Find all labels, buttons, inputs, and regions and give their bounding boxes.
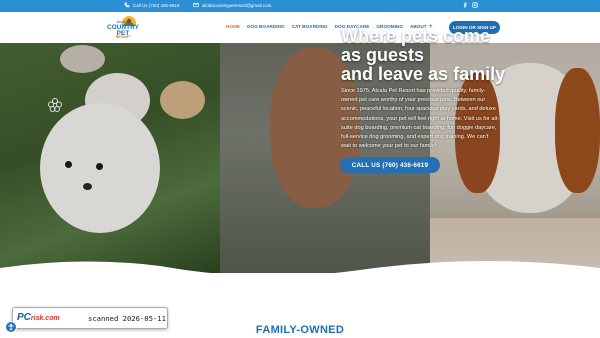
phone-contact[interactable]: Call Us (760) 436-6619 bbox=[124, 2, 180, 8]
accessibility-icon bbox=[8, 323, 14, 331]
site-logo[interactable]: Alcala COUNTRY PET RESORT bbox=[100, 14, 172, 42]
pcrisk-logo-risk: risk.com bbox=[30, 315, 60, 322]
nav-cat-boarding[interactable]: CAT BOARDING bbox=[292, 24, 328, 30]
email-text: alcalacountrypetresort@gmail.com bbox=[202, 2, 272, 8]
instagram-icon bbox=[472, 2, 478, 8]
accessibility-button[interactable] bbox=[5, 321, 17, 333]
logo-subtitle: RESORT bbox=[115, 35, 131, 39]
pcrisk-logo: PCrisk.com bbox=[17, 312, 60, 323]
facebook-link[interactable] bbox=[462, 2, 468, 8]
instagram-link[interactable] bbox=[472, 2, 478, 8]
hero-title-line1: Where pets come bbox=[341, 26, 491, 46]
hero-overlay bbox=[0, 43, 600, 273]
top-contact-bar: Call Us (760) 436-6619 alcalacountrypetr… bbox=[0, 0, 600, 12]
pcrisk-logo-pc: PC bbox=[17, 312, 31, 323]
nav-home[interactable]: HOME bbox=[226, 24, 240, 30]
hero-title-line2: as guests bbox=[341, 45, 425, 65]
hero-title-line3: and leave as family bbox=[341, 64, 506, 84]
scan-date-text: scanned 2026-05-11 bbox=[88, 314, 166, 323]
hero-title: Where pets come as guests and leave as f… bbox=[341, 27, 505, 84]
email-contact[interactable]: alcalacountrypetresort@gmail.com bbox=[193, 2, 271, 8]
wave-divider bbox=[0, 260, 600, 293]
facebook-icon bbox=[463, 2, 467, 8]
email-icon bbox=[193, 2, 199, 8]
nav-dog-boarding[interactable]: DOG BOARDING bbox=[247, 24, 285, 30]
hero-section bbox=[0, 43, 600, 273]
phone-icon bbox=[124, 2, 130, 8]
pcrisk-watermark: PCrisk.com scanned 2026-05-11 bbox=[12, 307, 168, 329]
phone-text: Call Us (760) 436-6619 bbox=[133, 2, 180, 8]
call-us-button[interactable]: CALL US (760) 436-6619 bbox=[340, 157, 440, 173]
hero-description: Since 1975, Alcala Pet Resort has provid… bbox=[341, 88, 499, 150]
